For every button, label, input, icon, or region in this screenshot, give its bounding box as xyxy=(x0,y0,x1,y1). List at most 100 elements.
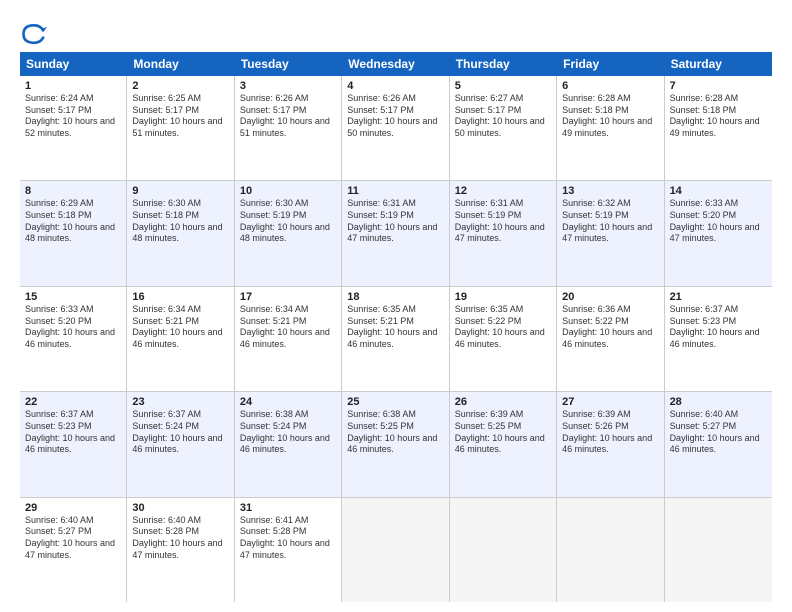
day-number: 8 xyxy=(25,185,121,197)
day-number: 24 xyxy=(240,396,336,408)
empty-cell xyxy=(665,498,772,602)
day-cell-27: 27 Sunrise: 6:39 AMSunset: 5:26 PMDaylig… xyxy=(557,392,664,496)
calendar-week-3: 15 Sunrise: 6:33 AMSunset: 5:20 PMDaylig… xyxy=(20,287,772,392)
day-number: 28 xyxy=(670,396,767,408)
calendar-week-2: 8 Sunrise: 6:29 AMSunset: 5:18 PMDayligh… xyxy=(20,181,772,286)
day-number: 25 xyxy=(347,396,443,408)
header-monday: Monday xyxy=(127,52,234,76)
day-number: 30 xyxy=(132,502,228,514)
day-number: 22 xyxy=(25,396,121,408)
day-info: Sunrise: 6:30 AMSunset: 5:18 PMDaylight:… xyxy=(132,198,228,245)
day-info: Sunrise: 6:26 AMSunset: 5:17 PMDaylight:… xyxy=(240,93,336,140)
day-info: Sunrise: 6:30 AMSunset: 5:19 PMDaylight:… xyxy=(240,198,336,245)
day-info: Sunrise: 6:41 AMSunset: 5:28 PMDaylight:… xyxy=(240,515,336,562)
day-cell-29: 29 Sunrise: 6:40 AMSunset: 5:27 PMDaylig… xyxy=(20,498,127,602)
day-cell-15: 15 Sunrise: 6:33 AMSunset: 5:20 PMDaylig… xyxy=(20,287,127,391)
day-number: 10 xyxy=(240,185,336,197)
day-info: Sunrise: 6:29 AMSunset: 5:18 PMDaylight:… xyxy=(25,198,121,245)
day-info: Sunrise: 6:27 AMSunset: 5:17 PMDaylight:… xyxy=(455,93,551,140)
calendar: Sunday Monday Tuesday Wednesday Thursday… xyxy=(20,52,772,602)
day-info: Sunrise: 6:38 AMSunset: 5:25 PMDaylight:… xyxy=(347,409,443,456)
day-number: 1 xyxy=(25,80,121,92)
day-info: Sunrise: 6:34 AMSunset: 5:21 PMDaylight:… xyxy=(240,304,336,351)
day-info: Sunrise: 6:38 AMSunset: 5:24 PMDaylight:… xyxy=(240,409,336,456)
day-cell-7: 7 Sunrise: 6:28 AMSunset: 5:18 PMDayligh… xyxy=(665,76,772,180)
day-info: Sunrise: 6:40 AMSunset: 5:27 PMDaylight:… xyxy=(670,409,767,456)
day-number: 27 xyxy=(562,396,658,408)
day-cell-1: 1 Sunrise: 6:24 AMSunset: 5:17 PMDayligh… xyxy=(20,76,127,180)
day-cell-3: 3 Sunrise: 6:26 AMSunset: 5:17 PMDayligh… xyxy=(235,76,342,180)
day-info: Sunrise: 6:24 AMSunset: 5:17 PMDaylight:… xyxy=(25,93,121,140)
day-number: 21 xyxy=(670,291,767,303)
day-number: 2 xyxy=(132,80,228,92)
day-number: 19 xyxy=(455,291,551,303)
day-info: Sunrise: 6:26 AMSunset: 5:17 PMDaylight:… xyxy=(347,93,443,140)
day-number: 5 xyxy=(455,80,551,92)
header xyxy=(20,16,772,48)
day-cell-6: 6 Sunrise: 6:28 AMSunset: 5:18 PMDayligh… xyxy=(557,76,664,180)
day-info: Sunrise: 6:37 AMSunset: 5:24 PMDaylight:… xyxy=(132,409,228,456)
day-cell-28: 28 Sunrise: 6:40 AMSunset: 5:27 PMDaylig… xyxy=(665,392,772,496)
day-number: 14 xyxy=(670,185,767,197)
day-info: Sunrise: 6:25 AMSunset: 5:17 PMDaylight:… xyxy=(132,93,228,140)
day-number: 26 xyxy=(455,396,551,408)
day-cell-2: 2 Sunrise: 6:25 AMSunset: 5:17 PMDayligh… xyxy=(127,76,234,180)
day-cell-12: 12 Sunrise: 6:31 AMSunset: 5:19 PMDaylig… xyxy=(450,181,557,285)
logo-icon xyxy=(20,20,48,48)
day-cell-13: 13 Sunrise: 6:32 AMSunset: 5:19 PMDaylig… xyxy=(557,181,664,285)
calendar-header: Sunday Monday Tuesday Wednesday Thursday… xyxy=(20,52,772,76)
day-info: Sunrise: 6:40 AMSunset: 5:27 PMDaylight:… xyxy=(25,515,121,562)
day-info: Sunrise: 6:39 AMSunset: 5:26 PMDaylight:… xyxy=(562,409,658,456)
day-info: Sunrise: 6:35 AMSunset: 5:21 PMDaylight:… xyxy=(347,304,443,351)
calendar-body: 1 Sunrise: 6:24 AMSunset: 5:17 PMDayligh… xyxy=(20,76,772,602)
day-number: 11 xyxy=(347,185,443,197)
day-number: 16 xyxy=(132,291,228,303)
day-cell-11: 11 Sunrise: 6:31 AMSunset: 5:19 PMDaylig… xyxy=(342,181,449,285)
day-cell-4: 4 Sunrise: 6:26 AMSunset: 5:17 PMDayligh… xyxy=(342,76,449,180)
day-info: Sunrise: 6:39 AMSunset: 5:25 PMDaylight:… xyxy=(455,409,551,456)
day-cell-5: 5 Sunrise: 6:27 AMSunset: 5:17 PMDayligh… xyxy=(450,76,557,180)
day-info: Sunrise: 6:33 AMSunset: 5:20 PMDaylight:… xyxy=(25,304,121,351)
day-number: 23 xyxy=(132,396,228,408)
day-cell-31: 31 Sunrise: 6:41 AMSunset: 5:28 PMDaylig… xyxy=(235,498,342,602)
day-info: Sunrise: 6:31 AMSunset: 5:19 PMDaylight:… xyxy=(455,198,551,245)
header-sunday: Sunday xyxy=(20,52,127,76)
day-info: Sunrise: 6:40 AMSunset: 5:28 PMDaylight:… xyxy=(132,515,228,562)
day-cell-17: 17 Sunrise: 6:34 AMSunset: 5:21 PMDaylig… xyxy=(235,287,342,391)
day-number: 9 xyxy=(132,185,228,197)
day-number: 31 xyxy=(240,502,336,514)
day-info: Sunrise: 6:33 AMSunset: 5:20 PMDaylight:… xyxy=(670,198,767,245)
day-number: 7 xyxy=(670,80,767,92)
day-number: 6 xyxy=(562,80,658,92)
header-wednesday: Wednesday xyxy=(342,52,449,76)
day-info: Sunrise: 6:32 AMSunset: 5:19 PMDaylight:… xyxy=(562,198,658,245)
header-thursday: Thursday xyxy=(450,52,557,76)
day-number: 20 xyxy=(562,291,658,303)
calendar-week-4: 22 Sunrise: 6:37 AMSunset: 5:23 PMDaylig… xyxy=(20,392,772,497)
day-cell-19: 19 Sunrise: 6:35 AMSunset: 5:22 PMDaylig… xyxy=(450,287,557,391)
day-cell-23: 23 Sunrise: 6:37 AMSunset: 5:24 PMDaylig… xyxy=(127,392,234,496)
day-cell-26: 26 Sunrise: 6:39 AMSunset: 5:25 PMDaylig… xyxy=(450,392,557,496)
day-number: 12 xyxy=(455,185,551,197)
calendar-week-1: 1 Sunrise: 6:24 AMSunset: 5:17 PMDayligh… xyxy=(20,76,772,181)
day-number: 29 xyxy=(25,502,121,514)
day-cell-24: 24 Sunrise: 6:38 AMSunset: 5:24 PMDaylig… xyxy=(235,392,342,496)
day-info: Sunrise: 6:37 AMSunset: 5:23 PMDaylight:… xyxy=(670,304,767,351)
day-cell-25: 25 Sunrise: 6:38 AMSunset: 5:25 PMDaylig… xyxy=(342,392,449,496)
day-cell-22: 22 Sunrise: 6:37 AMSunset: 5:23 PMDaylig… xyxy=(20,392,127,496)
day-number: 4 xyxy=(347,80,443,92)
empty-cell xyxy=(342,498,449,602)
header-friday: Friday xyxy=(557,52,664,76)
day-cell-9: 9 Sunrise: 6:30 AMSunset: 5:18 PMDayligh… xyxy=(127,181,234,285)
day-info: Sunrise: 6:34 AMSunset: 5:21 PMDaylight:… xyxy=(132,304,228,351)
day-cell-18: 18 Sunrise: 6:35 AMSunset: 5:21 PMDaylig… xyxy=(342,287,449,391)
day-info: Sunrise: 6:28 AMSunset: 5:18 PMDaylight:… xyxy=(562,93,658,140)
day-number: 13 xyxy=(562,185,658,197)
page: Sunday Monday Tuesday Wednesday Thursday… xyxy=(0,0,792,612)
day-cell-21: 21 Sunrise: 6:37 AMSunset: 5:23 PMDaylig… xyxy=(665,287,772,391)
day-cell-30: 30 Sunrise: 6:40 AMSunset: 5:28 PMDaylig… xyxy=(127,498,234,602)
day-info: Sunrise: 6:28 AMSunset: 5:18 PMDaylight:… xyxy=(670,93,767,140)
logo xyxy=(20,20,52,48)
day-info: Sunrise: 6:36 AMSunset: 5:22 PMDaylight:… xyxy=(562,304,658,351)
day-cell-8: 8 Sunrise: 6:29 AMSunset: 5:18 PMDayligh… xyxy=(20,181,127,285)
